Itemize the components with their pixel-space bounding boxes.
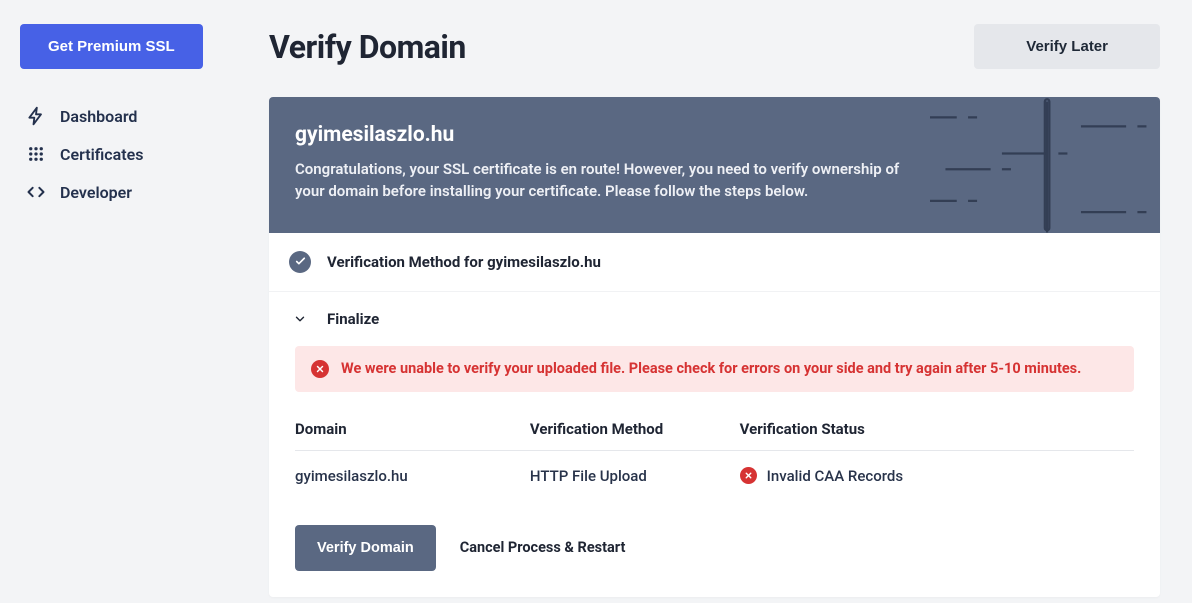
cell-method: HTTP File Upload	[530, 450, 740, 501]
get-premium-button[interactable]: Get Premium SSL	[20, 24, 203, 69]
status-error-icon	[740, 467, 757, 484]
verify-domain-button[interactable]: Verify Domain	[295, 525, 436, 571]
domain-banner: gyimesilaszlo.hu Congratulations, your S…	[269, 97, 1160, 233]
sidebar-item-dashboard[interactable]: Dashboard	[20, 97, 249, 135]
col-domain: Domain	[295, 412, 530, 451]
step-finalize[interactable]: Finalize	[269, 292, 1160, 336]
sidebar-item-certificates[interactable]: Certificates	[20, 135, 249, 173]
check-circle-icon	[289, 251, 311, 273]
banner-decoration	[930, 97, 1160, 233]
code-icon	[26, 182, 46, 202]
verification-card: gyimesilaszlo.hu Congratulations, your S…	[269, 97, 1160, 597]
verification-table: Domain Verification Method Verification …	[295, 412, 1134, 501]
cancel-process-link[interactable]: Cancel Process & Restart	[460, 539, 626, 556]
error-icon	[311, 360, 329, 378]
sidebar-item-label: Developer	[60, 183, 132, 202]
status-text: Invalid CAA Records	[767, 467, 903, 485]
verify-later-button[interactable]: Verify Later	[974, 24, 1160, 69]
sidebar-item-label: Certificates	[60, 145, 143, 164]
chevron-down-icon	[289, 312, 311, 326]
bolt-icon	[26, 106, 46, 126]
grid-icon	[26, 144, 46, 164]
step-label: Verification Method for gyimesilaszlo.hu	[327, 253, 601, 271]
error-alert: We were unable to verify your uploaded f…	[295, 346, 1134, 392]
col-status: Verification Status	[740, 412, 1134, 451]
col-method: Verification Method	[530, 412, 740, 451]
sidebar: Get Premium SSL Dashboard Certificates D…	[0, 0, 269, 603]
sidebar-item-developer[interactable]: Developer	[20, 173, 249, 211]
sidebar-item-label: Dashboard	[60, 107, 137, 126]
banner-message: Congratulations, your SSL certificate is…	[295, 159, 915, 203]
table-row: gyimesilaszlo.hu HTTP File Upload Invali…	[295, 450, 1134, 501]
step-verification-method[interactable]: Verification Method for gyimesilaszlo.hu	[269, 233, 1160, 292]
step-label: Finalize	[327, 310, 379, 328]
error-text: We were unable to verify your uploaded f…	[341, 360, 1081, 377]
cell-status: Invalid CAA Records	[740, 450, 1134, 501]
cell-domain: gyimesilaszlo.hu	[295, 450, 530, 501]
main-content: Verify Domain Verify Later gyimesilaszlo…	[269, 0, 1192, 603]
page-title: Verify Domain	[269, 28, 466, 66]
